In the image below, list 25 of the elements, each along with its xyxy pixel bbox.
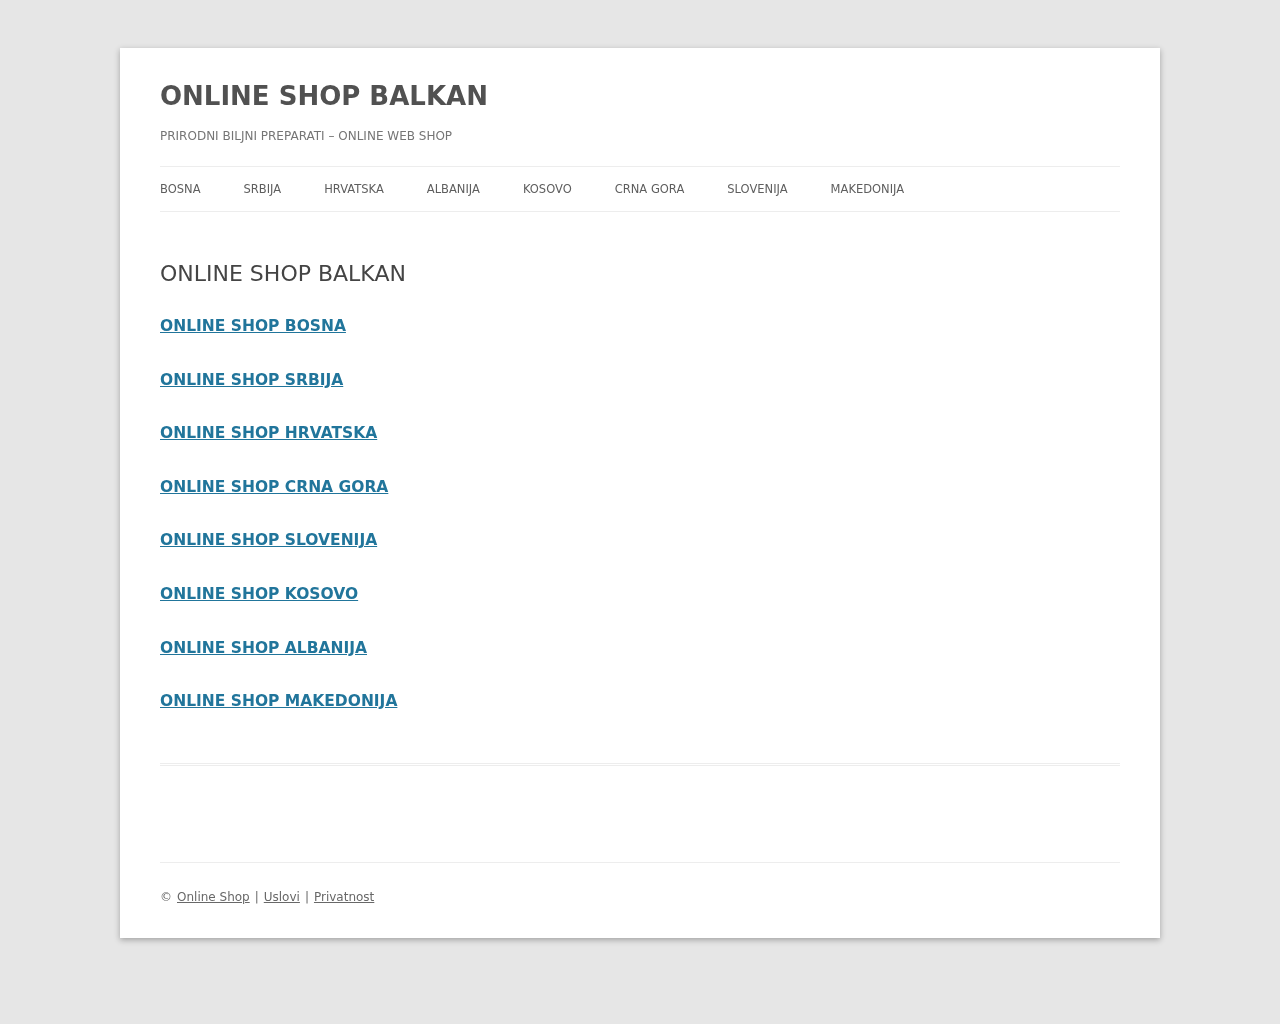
footer-link[interactable]: Uslovi — [263, 889, 300, 904]
nav-link[interactable]: SRBIJA — [243, 182, 282, 196]
site-tagline: PRIRODNI BILJNI PREPARATI – ONLINE WEB SHOP — [160, 128, 454, 144]
nav-link[interactable]: HRVATSKA — [324, 182, 384, 196]
footer-link[interactable]: Privatnost — [313, 889, 375, 904]
shop-link[interactable]: ONLINE SHOP MAKEDONIJA — [160, 692, 398, 711]
site-title[interactable]: ONLINE SHOP BALKAN — [160, 78, 488, 114]
page-heading: ONLINE SHOP BALKAN — [160, 260, 407, 288]
separator-text: | — [304, 889, 309, 904]
nav-link[interactable]: ALBANIJA — [426, 182, 480, 196]
shop-link[interactable]: ONLINE SHOP SRBIJA — [160, 370, 344, 389]
nav-link[interactable]: MAKEDONIJA — [830, 182, 905, 196]
separator-text: | — [254, 889, 259, 904]
shop-link[interactable]: ONLINE SHOP ALBANIJA — [160, 638, 367, 657]
nav-link[interactable]: BOSNA — [160, 182, 201, 196]
shop-link[interactable]: ONLINE SHOP BOSNA — [160, 317, 346, 335]
footer-link[interactable]: Online Shop — [177, 889, 250, 904]
nav-link[interactable]: CRNA GORA — [614, 182, 685, 196]
copyright-symbol: © — [160, 889, 172, 904]
shop-link[interactable]: ONLINE SHOP HRVATSKA — [160, 424, 378, 443]
nav-link[interactable]: KOSOVO — [522, 182, 572, 196]
shop-link[interactable]: ONLINE SHOP CRNA GORA — [160, 477, 389, 496]
nav-link[interactable]: SLOVENIJA — [727, 182, 788, 196]
shop-link[interactable]: ONLINE SHOP KOSOVO — [160, 584, 359, 603]
shop-link[interactable]: ONLINE SHOP SLOVENIJA — [160, 531, 378, 550]
